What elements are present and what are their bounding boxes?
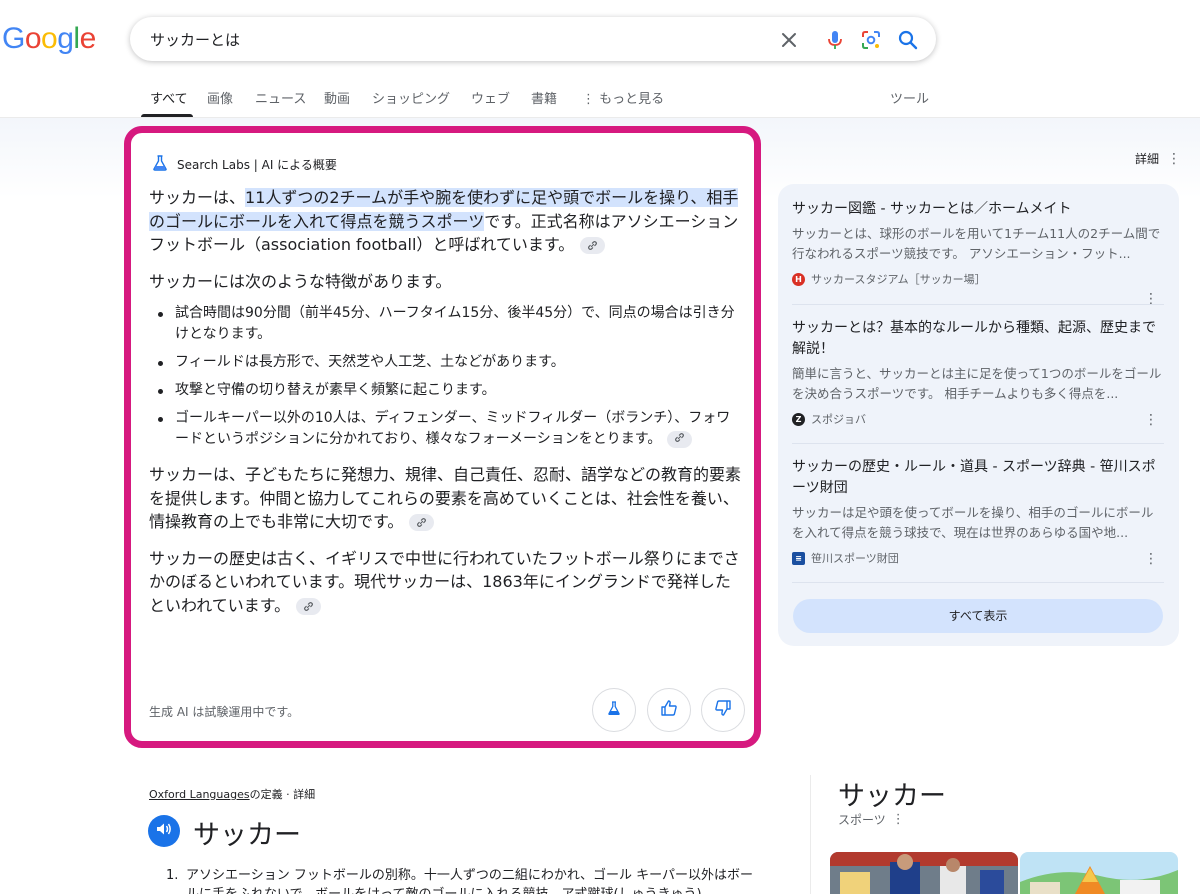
site-favicon-icon: ≡	[792, 551, 805, 565]
source-site-name: サッカースタジアム［サッカー場］	[811, 273, 986, 286]
source-link-chip[interactable]	[580, 237, 606, 254]
divider	[792, 443, 1164, 444]
dictionary-source: Oxford Languagesの定義 · 詳細	[149, 786, 315, 802]
clear-icon[interactable]	[778, 29, 800, 51]
knowledge-panel-type: スポーツ	[838, 813, 886, 827]
source-snippet: サッカーは足や頭を使ってボールを操り、相手のゴールにボールを入れて得点を競う球技…	[792, 505, 1154, 540]
labs-flask-icon	[606, 700, 622, 720]
list-item: フィールドは長方形で、天然芝や人工芝、土などがあります。	[149, 352, 743, 373]
more-vert-icon[interactable]: ⋮	[1144, 551, 1158, 567]
thumbs-down-icon	[714, 699, 732, 721]
source-card[interactable]: サッカーとは？基本的なルールから種類、起源、歴史まで解説！ 簡単に言うと、サッカ…	[792, 318, 1164, 428]
pronunciation-button[interactable]	[148, 815, 180, 847]
knowledge-panel-subtitle: スポーツ ⋮	[838, 811, 905, 828]
details-menu[interactable]: 詳細 ⋮	[1135, 150, 1181, 167]
labs-flask-icon	[151, 154, 169, 175]
more-vert-icon[interactable]: ⋮	[1144, 412, 1158, 428]
google-lens-icon[interactable]	[860, 29, 882, 51]
more-vert-icon[interactable]: ⋮	[892, 812, 905, 827]
source-title[interactable]: サッカー図鑑 - サッカーとは／ホームメイト	[792, 199, 1164, 220]
sources-panel: サッカー図鑑 - サッカーとは／ホームメイト サッカーとは、球形のボールを用いて…	[778, 184, 1179, 646]
speaker-icon	[155, 820, 173, 842]
list-item: 試合時間は90分間（前半45分、ハーフタイム15分、後半45分）で、同点の場合は…	[149, 303, 743, 345]
source-site: H サッカースタジアム［サッカー場］	[792, 271, 1164, 287]
site-favicon-icon: H	[792, 272, 805, 286]
ai-overview-label: Search Labs | AI による概要	[177, 158, 337, 172]
logo-letter: o	[41, 22, 58, 55]
source-site: Z スポジョバ	[792, 411, 1164, 427]
tab-images[interactable]: 画像	[207, 88, 233, 107]
logo-letter: g	[57, 22, 74, 55]
show-all-button[interactable]: すべて表示	[793, 599, 1163, 633]
list-item: ゴールキーパー以外の10人は、ディフェンダー、ミッドフィルダー（ボランチ）、フォ…	[149, 408, 743, 450]
ai-overview-body: サッカーは、11人ずつの2チームが手や腕を使わずに足や頭でボールを操り、相手のゴ…	[149, 186, 743, 630]
ai-education-text: サッカーは、子どもたちに発想力、規律、自己責任、忍耐、語学などの教育的要素を提供…	[149, 465, 742, 531]
source-title[interactable]: サッカーの歴史・ルール・道具 - スポーツ辞典 - 笹川スポーツ財団	[792, 457, 1164, 499]
labs-feedback-button[interactable]	[592, 688, 636, 732]
column-divider	[810, 775, 811, 894]
source-card[interactable]: サッカー図鑑 - サッカーとは／ホームメイト サッカーとは、球形のボールを用いて…	[792, 199, 1164, 307]
google-logo[interactable]: Google	[2, 22, 96, 56]
thumbs-up-button[interactable]	[647, 688, 691, 732]
ai-overview-header: Search Labs | AI による概要	[151, 154, 337, 175]
source-link-chip[interactable]	[409, 514, 435, 531]
tab-books[interactable]: 書籍	[531, 88, 557, 107]
divider	[792, 582, 1164, 583]
search-icon[interactable]	[897, 29, 919, 51]
dictionary-word: サッカー	[193, 820, 301, 851]
logo-letter: o	[24, 22, 42, 55]
list-item: 攻撃と守備の切り替えが素早く頻繁に起こります。	[149, 380, 743, 401]
thumbs-up-icon	[660, 699, 678, 721]
ai-intro-start: サッカーは、	[149, 188, 246, 207]
logo-letter: G	[2, 22, 25, 55]
source-site-name: 笹川スポーツ財団	[811, 552, 899, 565]
source-site: ≡ 笹川スポーツ財団	[792, 550, 1164, 566]
source-link-chip[interactable]	[296, 597, 322, 615]
dictionary-source-suffix[interactable]: の定義 · 詳細	[250, 788, 316, 801]
tab-all[interactable]: すべて	[150, 88, 188, 107]
tab-more-label: もっと見る	[599, 92, 665, 107]
definition-text: アソシエーション フットボールの別称。十一人ずつの二組にわかれ、ゴール キーパー…	[186, 868, 754, 894]
tab-shopping[interactable]: ショッピング	[372, 88, 450, 107]
details-label: 詳細	[1135, 152, 1160, 166]
source-snippet: サッカーとは、球形のボールを用いて1チーム11人の2チーム間で行なわれるスポーツ…	[792, 226, 1161, 261]
tab-news[interactable]: ニュース	[255, 88, 306, 107]
tools-button[interactable]: ツール	[890, 88, 929, 107]
microphone-icon[interactable]	[824, 29, 846, 51]
dictionary-definition: 1. アソシエーション フットボールの別称。十一人ずつの二組にわかれ、ゴール キ…	[166, 866, 756, 894]
tab-more[interactable]: ⋮ もっと見る	[582, 88, 664, 107]
ai-education-paragraph: サッカーは、子どもたちに発想力、規律、自己責任、忍耐、語学などの教育的要素を提供…	[149, 463, 743, 534]
definition-number: 1.	[166, 868, 179, 883]
ai-features-lead: サッカーには次のような特徴があります。	[149, 271, 452, 291]
ai-history-text: サッカーの歴史は古く、イギリスで中世に行われていたフットボール祭りにまでさかのぼ…	[149, 548, 740, 615]
more-vert-icon: ⋮	[582, 92, 595, 107]
ai-overview-panel: Search Labs | AI による概要 サッカーは、11人ずつの2チームが…	[124, 126, 761, 748]
more-vert-icon: ⋮	[1167, 150, 1182, 167]
ai-intro-paragraph: サッカーは、11人ずつの2チームが手や腕を使わずに足や頭でボールを操り、相手のゴ…	[149, 186, 743, 257]
thumbs-down-button[interactable]	[701, 688, 745, 732]
search-box[interactable]: サッカーとは	[130, 17, 936, 61]
soccer-illustration-image[interactable]	[1020, 852, 1178, 894]
source-card[interactable]: サッカーの歴史・ルール・道具 - スポーツ辞典 - 笹川スポーツ財団 サッカーは…	[792, 457, 1164, 567]
list-item-text: ゴールキーパー以外の10人は、ディフェンダー、ミッドフィルダー（ボランチ）、フォ…	[175, 410, 731, 447]
soccer-photo-image[interactable]	[830, 852, 1018, 894]
source-snippet: 簡単に言うと、サッカーとは主に足を使って1つのボールをゴールを決め合うスポーツで…	[792, 366, 1162, 401]
logo-letter: e	[79, 22, 97, 55]
source-site-name: スポジョバ	[811, 413, 866, 426]
tab-videos[interactable]: 動画	[324, 88, 350, 107]
oxford-languages-link[interactable]: Oxford Languages	[149, 788, 250, 801]
divider	[792, 304, 1164, 305]
knowledge-panel-title: サッカー	[838, 781, 946, 812]
ai-disclaimer: 生成 AI は試験運用中です。	[149, 705, 300, 719]
site-favicon-icon: Z	[792, 412, 805, 426]
search-input[interactable]: サッカーとは	[150, 29, 240, 50]
source-link-chip[interactable]	[667, 430, 693, 448]
ai-features-list: 試合時間は90分間（前半45分、ハーフタイム15分、後半45分）で、同点の場合は…	[149, 303, 743, 450]
ai-history-paragraph: サッカーの歴史は古く、イギリスで中世に行われていたフットボール祭りにまでさかのぼ…	[149, 547, 743, 618]
source-title[interactable]: サッカーとは？基本的なルールから種類、起源、歴史まで解説！	[792, 318, 1164, 360]
tab-web[interactable]: ウェブ	[471, 88, 510, 107]
